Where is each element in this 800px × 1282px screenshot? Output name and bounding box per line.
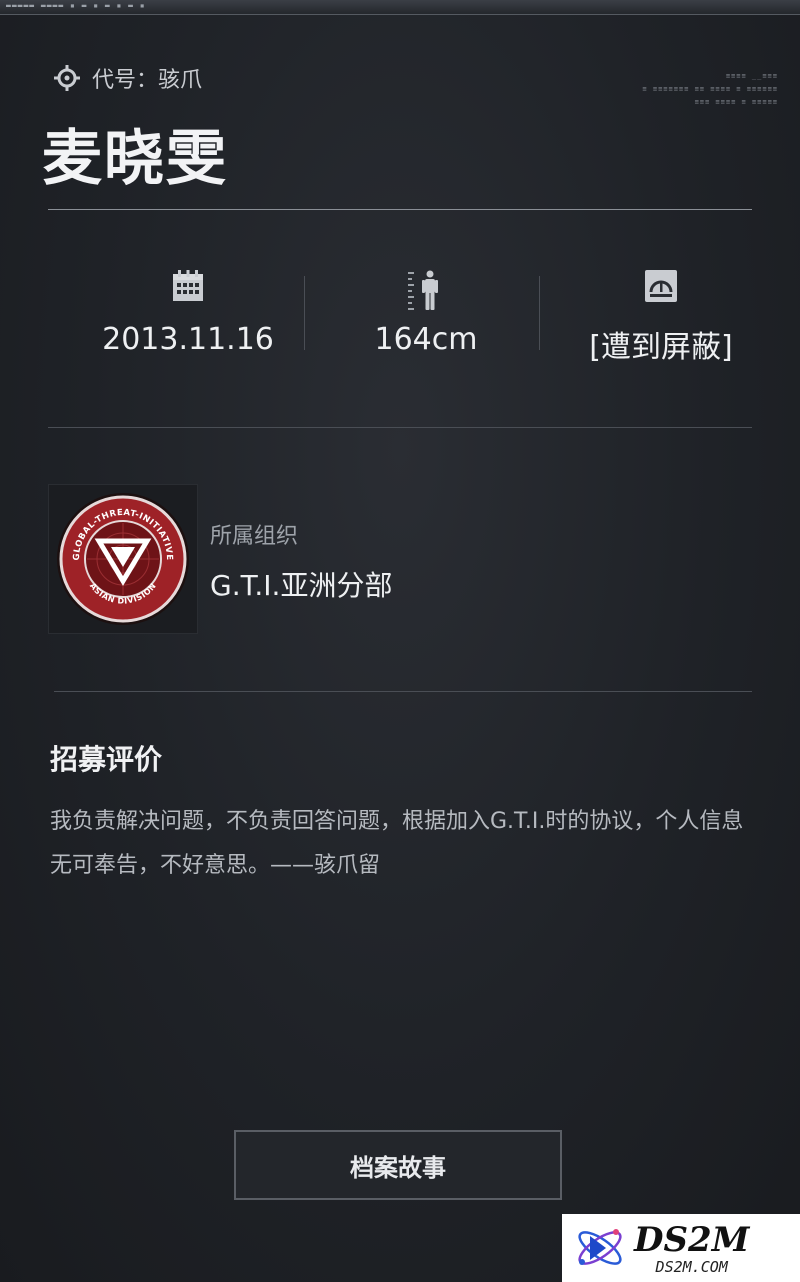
target-icon (54, 65, 80, 91)
stat-separator (304, 276, 305, 350)
stats-row: 2013.11.16 164cm [遭到屏蔽] (48, 262, 752, 372)
window-top-bar: ▬▬▬▬▬ ▬▬▬▬ ▪ ▬ ▪ ▬ ▪ ▬ ▪ (0, 0, 800, 15)
evaluation-title: 招募评价 (50, 743, 163, 776)
window-top-bar-text: ▬▬▬▬▬ ▬▬▬▬ ▪ ▬ ▪ ▬ ▪ ▬ ▪ (6, 1, 146, 10)
hud-line: ≡≡≡ ≡≡≡≡ ≡ ≡≡≡≡≡ (694, 98, 778, 106)
watermark-title: DS2M (634, 1220, 750, 1260)
calendar-icon (173, 270, 203, 301)
evaluation-text: 我负责解决问题，不负责回答问题，根据加入G.T.I.时的协议，个人信息无可奉告，… (50, 809, 744, 878)
watermark-subtitle: DS2M.COM (655, 1258, 728, 1276)
operator-name: 麦晓雯 (42, 124, 228, 194)
stats-divider (48, 427, 752, 428)
organization-label: 所属组织 (210, 524, 299, 549)
stat-classified: [遭到屏蔽] (544, 262, 778, 372)
classified-value: [遭到屏蔽] (589, 330, 733, 365)
organization-section: GLOBAL-THREAT-INITIATIVE ASIAN DIVISION … (48, 484, 752, 634)
codename-label: 代号：骇爪 (92, 68, 203, 93)
hud-readout: ≡≡≡≡ __≡≡≡ ≡ ≡≡≡≡≡≡≡ ≡≡ ≡≡≡≡ ≡ ≡≡≡≡≡≡ ≡≡… (642, 70, 778, 109)
hud-line: ≡≡≡≡ __≡≡≡ (725, 72, 778, 80)
watermark: DS2M DS2M.COM (562, 1214, 800, 1282)
stat-birthdate: 2013.11.16 (71, 262, 305, 372)
birthdate-value: 2013.11.16 (102, 322, 274, 357)
org-divider (54, 691, 752, 692)
gauge-icon (645, 270, 677, 302)
hud-line: ≡ ≡≡≡≡≡≡≡ ≡≡ ≡≡≡≡ ≡ ≡≡≡≡≡≡ (642, 85, 778, 93)
watermark-text: DS2M DS2M.COM (634, 1221, 749, 1275)
title-divider (48, 209, 752, 210)
organization-value: G.T.I.亚洲分部 (210, 569, 393, 602)
height-value: 164cm (374, 322, 478, 357)
archive-story-button[interactable]: 档案故事 (234, 1130, 562, 1200)
atom-logo-icon (578, 1229, 622, 1265)
codename-row: 代号：骇爪 (54, 62, 202, 94)
stat-separator (539, 276, 540, 350)
gti-badge: GLOBAL-THREAT-INITIATIVE ASIAN DIVISION (48, 484, 198, 634)
gti-emblem-icon: GLOBAL-THREAT-INITIATIVE ASIAN DIVISION (57, 493, 189, 625)
height-figure-icon (408, 270, 438, 310)
stat-height: 164cm (309, 262, 543, 372)
